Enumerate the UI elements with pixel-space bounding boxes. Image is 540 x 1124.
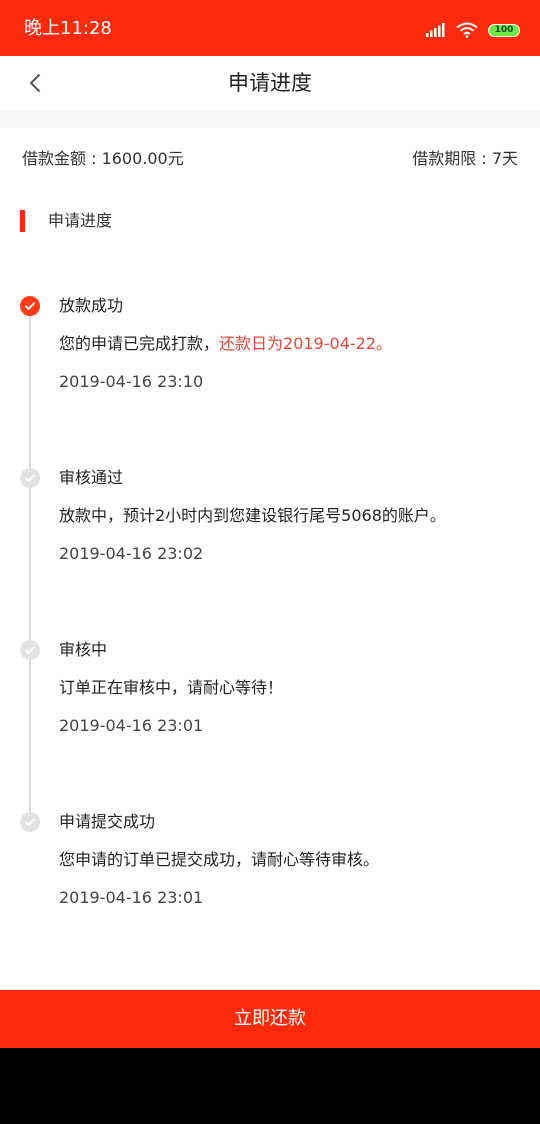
page-title: 申请进度 — [228, 71, 312, 95]
step-title: 审核中 — [59, 640, 108, 659]
repayment-date-highlight: 还款日为2019-04-22。 — [219, 334, 393, 353]
signal-icon — [426, 23, 445, 37]
repay-now-button[interactable]: 立即还款 — [0, 990, 540, 1048]
section-accent-bar — [20, 210, 25, 232]
section-title: 申请进度 — [48, 211, 113, 230]
battery-level: 100 — [494, 24, 514, 35]
divider-band — [0, 110, 540, 128]
timeline-step-reviewing: 审核中 订单正在审核中，请耐心等待！ 2019-04-16 23:01 — [0, 634, 540, 754]
timeline-step-approved: 审核通过 放款中，预计2小时内到您建设银行尾号5068的账户。 2019-04-… — [0, 462, 540, 582]
step-status-active — [20, 296, 40, 316]
timeline-step-disbursed: 放款成功 您的申请已完成打款，还款日为2019-04-22。 2019-04-1… — [0, 290, 540, 410]
nav-bar: 申请进度 — [0, 56, 540, 110]
check-icon — [24, 302, 36, 311]
step-status-done — [20, 812, 40, 832]
timeline-step-submitted: 申请提交成功 您申请的订单已提交成功，请耐心等待审核。 2019-04-16 2… — [0, 806, 540, 926]
check-icon — [24, 474, 36, 483]
app-screen: 晚上11:28 100 申请进度 借款金额: 1600.00元 借款期限: … — [0, 0, 540, 1048]
step-timestamp: 2019-04-16 23:01 — [59, 716, 204, 735]
loan-info-row: 借款金额 : 1600.00元 借款期限 : 7天 — [0, 128, 540, 190]
step-timestamp: 2019-04-16 23:10 — [59, 372, 204, 391]
status-bar: 晚上11:28 100 — [0, 0, 540, 56]
wifi-icon — [456, 22, 478, 38]
step-timestamp: 2019-04-16 23:01 — [59, 888, 204, 907]
step-description: 您的申请已完成打款，还款日为2019-04-22。 — [59, 334, 392, 354]
step-description: 订单正在审核中，请耐心等待！ — [59, 678, 284, 697]
check-icon — [24, 646, 36, 655]
step-description: 放款中，预计2小时内到您建设银行尾号5068的账户。 — [59, 506, 446, 525]
step-timestamp: 2019-04-16 23:02 — [59, 544, 204, 563]
step-status-done — [20, 640, 40, 660]
loan-term: 借款期限 : 7天 — [412, 149, 518, 168]
step-title: 申请提交成功 — [59, 812, 156, 831]
progress-timeline: 放款成功 您的申请已完成打款，还款日为2019-04-22。 2019-04-1… — [0, 290, 540, 930]
status-time: 晚上11:28 — [24, 18, 112, 39]
check-icon — [24, 818, 36, 827]
battery-icon: 100 — [488, 23, 520, 37]
step-status-done — [20, 468, 40, 488]
step-title: 放款成功 — [59, 296, 124, 315]
loan-amount: 借款金额 : 1600.00元 — [22, 149, 184, 168]
status-icons: 100 — [426, 19, 520, 41]
step-title: 审核通过 — [59, 468, 124, 487]
section-header: 申请进度 — [0, 206, 540, 236]
step-description: 您申请的订单已提交成功，请耐心等待审核。 — [59, 850, 380, 869]
step-description-text: 您的申请已完成打款， — [59, 334, 220, 353]
